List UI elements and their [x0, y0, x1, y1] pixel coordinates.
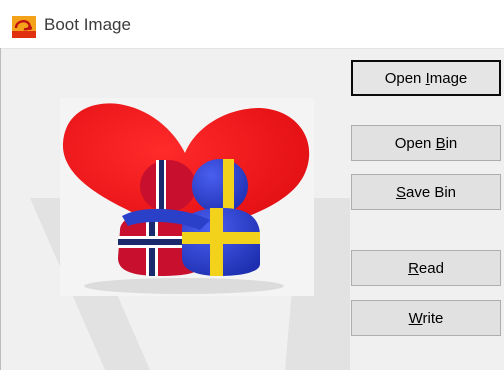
shadow-shape [84, 278, 284, 294]
open-image-label: Open Image [384, 69, 468, 87]
window-border [0, 48, 1, 370]
window-title: Boot Image [44, 15, 131, 34]
write-button[interactable]: Write [351, 300, 501, 336]
heart-flags-picture [62, 103, 310, 294]
title-bar[interactable]: Boot Image [0, 0, 504, 49]
open-bin-label: Open Bin [394, 134, 458, 152]
open-bin-button[interactable]: Open Bin [351, 125, 501, 161]
read-button[interactable]: Read [351, 250, 501, 286]
boot-image-preview [60, 98, 314, 296]
open-image-button[interactable]: Open Image [351, 60, 501, 96]
boot-image-window: Boot Image Open Image Open Bin Save Bin … [0, 0, 504, 370]
app-logo-icon [12, 16, 36, 38]
save-bin-label: Save Bin [395, 183, 457, 201]
read-label: Read [408, 259, 444, 277]
save-bin-button[interactable]: Save Bin [351, 174, 501, 210]
write-label: Write [408, 309, 444, 327]
